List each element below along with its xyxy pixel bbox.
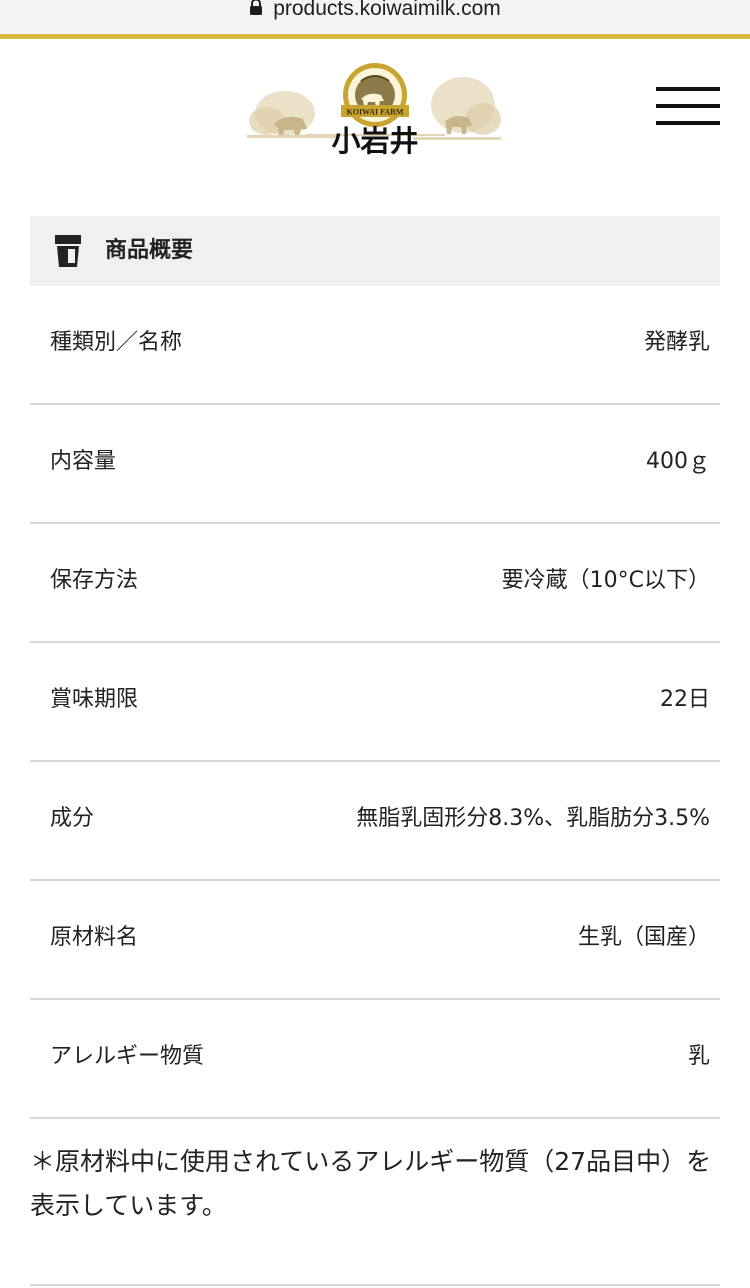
spec-label: 種類別／名称	[50, 330, 183, 355]
spec-value: 乳	[687, 1044, 710, 1069]
spec-value: 生乳（国産）	[577, 925, 710, 950]
spec-label: 内容量	[50, 449, 117, 474]
spec-row-content: 内容量 400ｇ	[30, 405, 720, 524]
spec-row-best-before: 賞味期限 22日	[30, 643, 720, 762]
spec-row-type: 種類別／名称 発酵乳	[30, 286, 720, 405]
spec-row-storage: 保存方法 要冷蔵（10°C以下）	[30, 524, 720, 643]
spec-row-allergens: アレルギー物質 乳	[30, 1000, 720, 1119]
svg-text:小岩井: 小岩井	[331, 124, 418, 158]
browser-url-bar[interactable]: products.koiwaimilk.com	[0, 0, 750, 34]
logo-illustration: KOIWAI FARM 小岩井	[247, 63, 501, 158]
product-spec-table: 種類別／名称 発酵乳 内容量 400ｇ 保存方法 要冷蔵（10°C以下） 賞味期…	[30, 286, 720, 1119]
yogurt-cup-icon	[55, 235, 81, 267]
svg-text:KOIWAI FARM: KOIWAI FARM	[347, 108, 404, 117]
hamburger-line	[656, 121, 720, 125]
spec-label: 原材料名	[50, 925, 139, 950]
spec-value: 22日	[660, 687, 710, 712]
menu-button[interactable]	[656, 87, 720, 127]
spec-value: 無脂乳固形分8.3%、乳脂肪分3.5%	[356, 806, 710, 831]
spec-row-raw-materials: 原材料名 生乳（国産）	[30, 881, 720, 1000]
lock-icon	[250, 0, 263, 16]
spec-value: 400ｇ	[646, 449, 710, 474]
allergen-note: ＊原材料中に使用されているアレルギー物質（27品目中）を表示しています。	[30, 1147, 712, 1220]
spec-value: 要冷蔵（10°C以下）	[501, 568, 710, 593]
url-text: products.koiwaimilk.com	[273, 0, 501, 20]
spec-label: 成分	[50, 806, 95, 831]
hamburger-line	[656, 104, 720, 108]
hamburger-line	[656, 87, 720, 91]
section-title: 商品概要	[105, 238, 194, 263]
spec-label: 賞味期限	[50, 687, 139, 712]
spec-label: 保存方法	[50, 568, 139, 593]
spec-row-ingredients-ratio: 成分 無脂乳固形分8.3%、乳脂肪分3.5%	[30, 762, 720, 881]
site-header: KOIWAI FARM 小岩井	[0, 39, 750, 189]
divider	[30, 1284, 720, 1286]
spec-label: アレルギー物質	[50, 1044, 205, 1069]
spec-value: 発酵乳	[643, 330, 710, 355]
section-header-overview: 商品概要	[30, 216, 720, 286]
koiwai-logo[interactable]: KOIWAI FARM 小岩井	[245, 61, 503, 161]
